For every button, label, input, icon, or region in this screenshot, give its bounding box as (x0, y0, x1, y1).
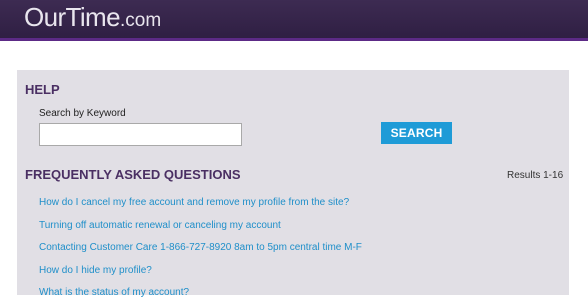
faq-item: Turning off automatic renewal or canceli… (39, 217, 362, 240)
faq-link-account-status[interactable]: What is the status of my account? (39, 287, 189, 298)
logo-suffix: .com (119, 10, 162, 31)
site-header: OurTime.com (0, 0, 588, 38)
faq-item: What is the status of my account? (39, 284, 362, 307)
faq-list: How do I cancel my free account and remo… (39, 194, 362, 307)
header-accent-line (0, 38, 588, 41)
faq-link-hide-profile[interactable]: How do I hide my profile? (39, 265, 152, 276)
help-title: HELP (25, 82, 60, 97)
logo-text: OurTime (24, 2, 121, 32)
faq-title: FREQUENTLY ASKED QUESTIONS (25, 167, 241, 182)
faq-item: How do I hide my profile? (39, 262, 362, 285)
ourtime-logo[interactable]: OurTime.com (24, 2, 161, 36)
search-button[interactable]: SEARCH (381, 122, 452, 144)
faq-link-auto-renewal[interactable]: Turning off automatic renewal or canceli… (39, 220, 281, 231)
faq-item: Contacting Customer Care 1-866-727-8920 … (39, 239, 362, 262)
faq-item: How do I cancel my free account and remo… (39, 194, 362, 217)
search-input[interactable] (39, 123, 242, 146)
results-count: Results 1-16 (507, 170, 564, 181)
faq-link-contact-customer-care[interactable]: Contacting Customer Care 1-866-727-8920 … (39, 242, 362, 253)
search-label: Search by Keyword (39, 108, 126, 119)
faq-link-cancel-free-account[interactable]: How do I cancel my free account and remo… (39, 197, 349, 208)
help-panel: HELP Search by Keyword SEARCH FREQUENTLY… (17, 70, 569, 298)
